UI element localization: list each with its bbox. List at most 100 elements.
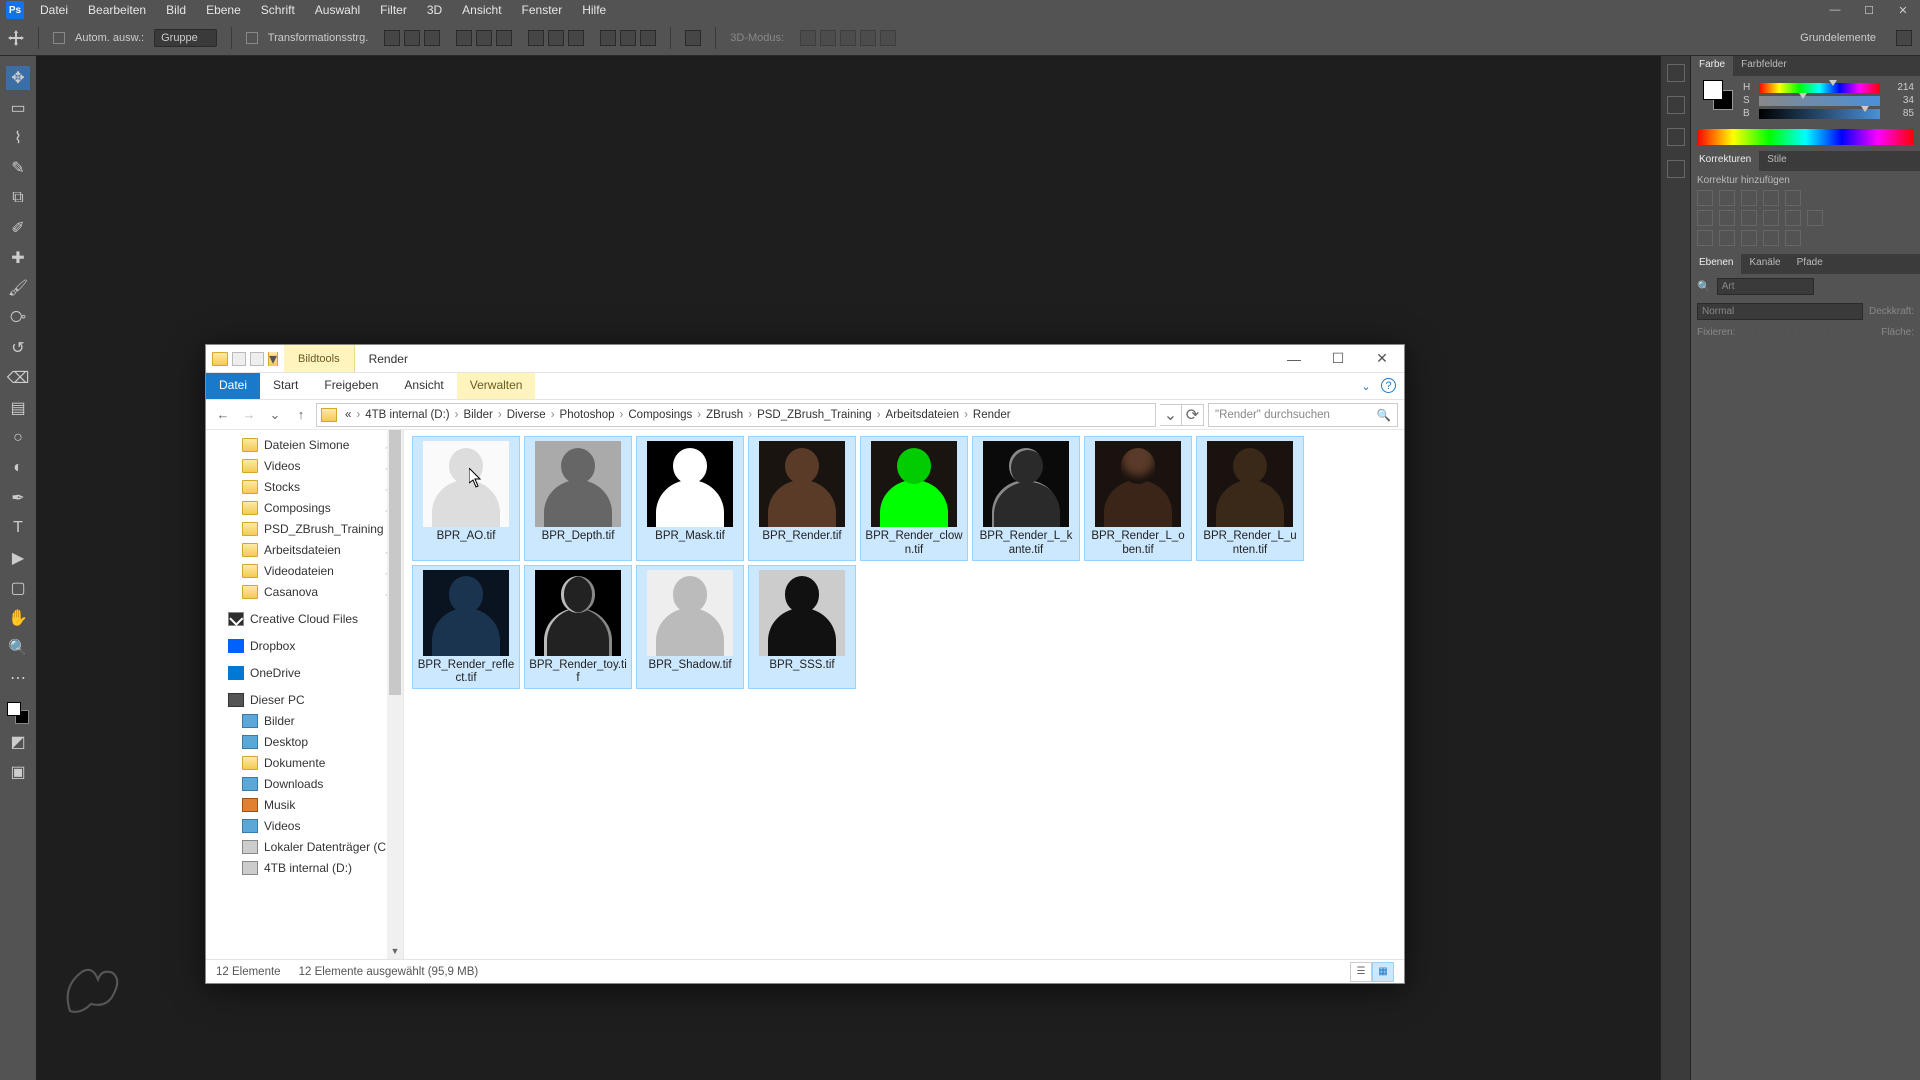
transform-controls-checkbox[interactable]	[246, 32, 258, 44]
gradient-tool[interactable]: ▤	[6, 396, 30, 420]
filter-icon[interactable]	[1860, 280, 1874, 294]
mode3d-icon[interactable]	[860, 30, 876, 46]
stamp-tool[interactable]: ⧂	[6, 306, 30, 330]
sidebar-scrollbar[interactable]: ▲ ▼	[387, 430, 403, 959]
view-thumbnails-button[interactable]: ▦	[1372, 962, 1394, 982]
rectangle-tool[interactable]: ▢	[6, 576, 30, 600]
menu-datei[interactable]: Datei	[30, 0, 78, 20]
filter-icon[interactable]	[1840, 280, 1854, 294]
zoom-tool[interactable]: 🔍	[6, 636, 30, 660]
adjust-icon[interactable]	[1785, 190, 1801, 206]
file-item[interactable]: BPR_Shadow.tif	[636, 565, 744, 690]
align-icon[interactable]	[476, 30, 492, 46]
filter-icon[interactable]	[1880, 280, 1894, 294]
eraser-tool[interactable]: ⌫	[6, 366, 30, 390]
adjust-icon[interactable]	[1763, 230, 1779, 246]
menu-3d[interactable]: 3D	[417, 0, 452, 20]
dodge-tool[interactable]: ◐	[6, 456, 30, 480]
align-icon[interactable]	[496, 30, 512, 46]
ribbon-view[interactable]: Ansicht	[391, 373, 456, 399]
adjust-icon[interactable]	[1785, 230, 1801, 246]
explorer-file-grid[interactable]: BPR_AO.tifBPR_Depth.tifBPR_Mask.tifBPR_R…	[404, 430, 1404, 959]
breadcrumb-item[interactable]: Photoshop	[556, 409, 619, 421]
explorer-titlebar[interactable]: ▾ Bildtools Render — ☐ ✕	[206, 345, 1404, 373]
align-icon[interactable]	[384, 30, 400, 46]
dock-icon[interactable]	[1667, 128, 1685, 146]
ribbon-file[interactable]: Datei	[206, 373, 260, 399]
sidebar-item[interactable]: Videos	[206, 815, 403, 836]
sidebar-item[interactable]: OneDrive	[206, 662, 403, 683]
quick-mask-tool[interactable]: ◩	[6, 730, 30, 754]
color-preview[interactable]	[1703, 80, 1733, 110]
sidebar-item[interactable]: 4TB internal (D:)	[206, 857, 403, 878]
hand-tool[interactable]: ✋	[6, 606, 30, 630]
workspace-label[interactable]: Grundelemente	[1800, 32, 1876, 44]
sidebar-item[interactable]: Videos📌	[206, 455, 403, 476]
screen-mode-tool[interactable]: ▣	[6, 760, 30, 784]
sidebar-item[interactable]: Bilder	[206, 710, 403, 731]
sidebar-item[interactable]: PSD_ZBrush_Training📌	[206, 518, 403, 539]
adjust-icon[interactable]	[1807, 210, 1823, 226]
bri-slider[interactable]	[1759, 109, 1880, 119]
pen-tool[interactable]: ✒	[6, 486, 30, 510]
distribute-icon[interactable]	[548, 30, 564, 46]
quick-select-tool[interactable]: ✎	[6, 156, 30, 180]
file-item[interactable]: BPR_Render_L_unten.tif	[1196, 436, 1304, 561]
heal-tool[interactable]: ✚	[6, 246, 30, 270]
file-item[interactable]: BPR_Render_reflect.tif	[412, 565, 520, 690]
adjust-icon[interactable]	[1763, 210, 1779, 226]
adjust-icon[interactable]	[1785, 210, 1801, 226]
refresh-button[interactable]: ⟳	[1182, 404, 1204, 426]
distribute-icon[interactable]	[620, 30, 636, 46]
history-brush-tool[interactable]: ↺	[6, 336, 30, 360]
search-input[interactable]: "Render" durchsuchen 🔍	[1208, 403, 1398, 427]
adjust-icon[interactable]	[1741, 210, 1757, 226]
search-icon[interactable]	[1896, 30, 1912, 46]
quick-access-button[interactable]	[250, 352, 264, 366]
file-item[interactable]: BPR_Render.tif	[748, 436, 856, 561]
menu-filter[interactable]: Filter	[370, 0, 417, 20]
quick-access-dropdown[interactable]: ▾	[268, 352, 278, 366]
marquee-tool[interactable]: ▭	[6, 96, 30, 120]
ribbon-start[interactable]: Start	[260, 373, 311, 399]
sidebar-item[interactable]: Dieser PC	[206, 689, 403, 710]
menu-auswahl[interactable]: Auswahl	[305, 0, 370, 20]
dock-icon[interactable]	[1667, 96, 1685, 114]
sidebar-item[interactable]: Dateien Simone📌	[206, 434, 403, 455]
breadcrumb-item[interactable]: PSD_ZBrush_Training	[753, 409, 876, 421]
adjust-icon[interactable]	[1719, 210, 1735, 226]
breadcrumb-bar[interactable]: «›4TB internal (D:)›Bilder›Diverse›Photo…	[316, 403, 1156, 427]
sat-slider[interactable]	[1759, 96, 1880, 106]
brush-tool[interactable]: 🖌	[6, 276, 30, 300]
tab-layers[interactable]: Ebenen	[1691, 254, 1741, 274]
adjust-icon[interactable]	[1741, 230, 1757, 246]
breadcrumb-item[interactable]: Render	[969, 409, 1015, 421]
menu-ansicht[interactable]: Ansicht	[452, 0, 511, 20]
path-select-tool[interactable]: ▶	[6, 546, 30, 570]
menu-bearbeiten[interactable]: Bearbeiten	[78, 0, 156, 20]
adjust-icon[interactable]	[1697, 210, 1713, 226]
scroll-down-icon[interactable]: ▼	[387, 943, 403, 959]
align-icon[interactable]	[456, 30, 472, 46]
distribute-icon[interactable]	[600, 30, 616, 46]
tab-styles[interactable]: Stile	[1759, 151, 1794, 171]
menu-ebene[interactable]: Ebene	[196, 0, 251, 20]
breadcrumb-item[interactable]: Arbeitsdateien	[882, 409, 964, 421]
file-item[interactable]: BPR_Render_L_kante.tif	[972, 436, 1080, 561]
file-item[interactable]: BPR_Depth.tif	[524, 436, 632, 561]
breadcrumb-item[interactable]: Composings	[624, 409, 696, 421]
tab-paths[interactable]: Pfade	[1789, 254, 1831, 274]
breadcrumb-item[interactable]: 4TB internal (D:)	[361, 409, 453, 421]
lock-icon[interactable]	[1741, 326, 1753, 338]
menu-schrift[interactable]: Schrift	[251, 0, 305, 20]
sidebar-item[interactable]: Casanova📌	[206, 581, 403, 602]
sidebar-item[interactable]: Downloads	[206, 773, 403, 794]
nav-forward-button[interactable]: →	[238, 404, 260, 426]
contextual-tab-bildtools[interactable]: Bildtools	[284, 345, 355, 372]
mode3d-icon[interactable]	[800, 30, 816, 46]
nav-up-button[interactable]: ↑	[290, 404, 312, 426]
adjust-icon[interactable]	[1719, 230, 1735, 246]
adjust-icon[interactable]	[1697, 230, 1713, 246]
maximize-button[interactable]: ☐	[1316, 345, 1360, 372]
filter-type-dropdown[interactable]: Art	[1717, 278, 1814, 295]
